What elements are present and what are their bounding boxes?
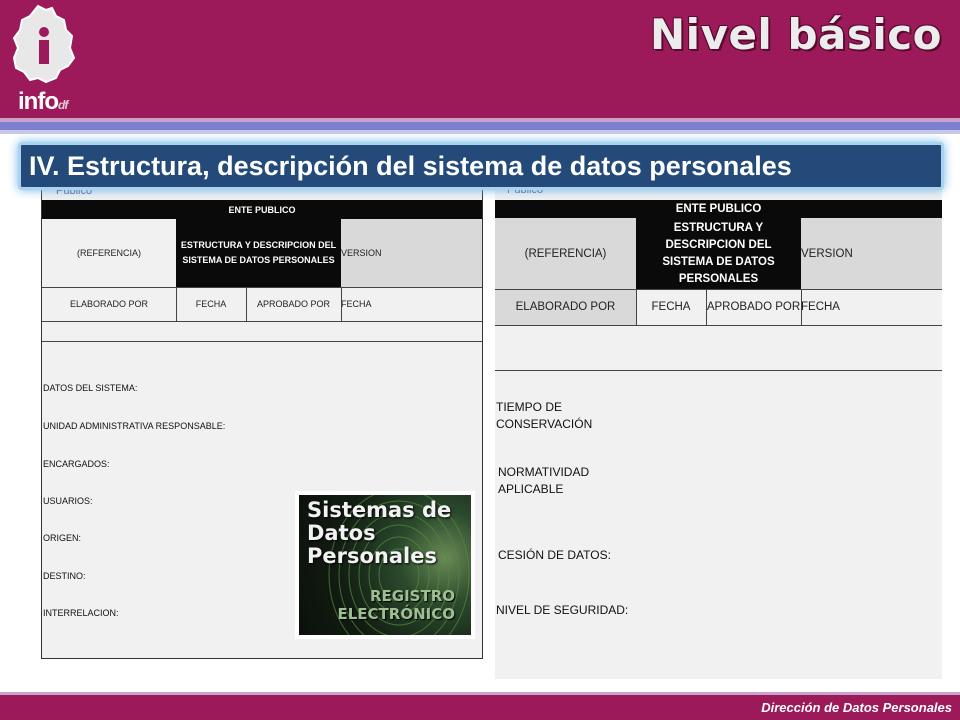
table-divider xyxy=(706,289,707,325)
elaborado-cell: ELABORADO POR xyxy=(495,289,636,325)
field-label: UNIDAD ADMINISTRATIVA RESPONSABLE: xyxy=(43,421,226,431)
table-divider xyxy=(42,321,482,322)
field-label: ORIGEN: xyxy=(43,533,82,543)
table-divider xyxy=(341,287,342,321)
field-label: CESIÓN DE DATOS: xyxy=(498,548,611,562)
mexico-city-map-icon xyxy=(12,4,76,84)
fecha-cell: FECHA xyxy=(651,301,691,313)
ente-publico-header: ENTE PUBLICO xyxy=(495,200,942,218)
referencia-cell: (REFERENCIA) xyxy=(495,218,636,289)
field-label: INTERRELACION: xyxy=(43,608,119,618)
table-divider xyxy=(495,325,942,326)
table-divider xyxy=(801,289,802,325)
field-label: ENCARGADOS: xyxy=(43,459,110,469)
estructura-cell: ESTRUCTURA Y DESCRIPCION DEL SISTEMA DE … xyxy=(176,219,341,287)
logo-text: infodf xyxy=(18,88,68,115)
field-label: DESTINO: xyxy=(43,571,86,581)
table-divider xyxy=(42,287,482,288)
field-label: DATOS DEL SISTEMA: xyxy=(43,383,138,393)
aprobado-cell: APROBADO POR xyxy=(706,300,801,313)
version-cell: VERSION xyxy=(801,218,942,289)
image-title: Sistemas de Datos Personales xyxy=(307,498,452,568)
version-cell: VERSION xyxy=(341,219,482,287)
fecha-cell: FECHA xyxy=(195,299,227,309)
table-divider xyxy=(495,289,942,290)
table-divider xyxy=(636,289,637,325)
table-divider xyxy=(176,287,177,321)
section-banner: IV. Estructura, descripción del sistema … xyxy=(18,142,944,190)
field-label: NORMATIVIDAD APLICABLE xyxy=(498,465,590,497)
field-label: TIEMPO DE CONSERVACIÓN xyxy=(496,400,593,432)
image-subtitle: REGISTRO ELECTRÓNICO xyxy=(337,587,456,623)
table-divider xyxy=(495,370,942,371)
fingerprint-face-graphic: Sistemas de Datos Personales REGISTRO EL… xyxy=(299,495,471,635)
footer-text: Dirección de Datos Personales xyxy=(761,700,952,715)
aprobado-cell: APROBADO POR xyxy=(256,299,330,309)
page-title: Nivel básico xyxy=(650,10,942,59)
table-divider xyxy=(246,287,247,321)
header-bar: infodf Nivel básico xyxy=(0,0,960,118)
section-title: IV. Estructura, descripción del sistema … xyxy=(29,151,792,181)
ente-publico-header: ENTE PUBLICO xyxy=(42,200,482,219)
right-form-sheet: Público ENTE PUBLICO (REFERENCIA) ESTRUC… xyxy=(495,184,942,679)
sistemas-datos-personales-image: Sistemas de Datos Personales REGISTRO EL… xyxy=(295,491,475,639)
estructura-cell: ESTRUCTURA Y DESCRIPCION DEL SISTEMA DE … xyxy=(636,218,801,289)
field-label: NIVEL DE SEGURIDAD: xyxy=(496,603,629,617)
header-divider xyxy=(0,130,960,134)
header-divider xyxy=(0,122,960,130)
referencia-cell: (REFERENCIA) xyxy=(76,248,141,258)
left-form-sheet: Público ENTE PUBLICO (REFERENCIA) ESTRUC… xyxy=(41,185,483,659)
field-label: USUARIOS: xyxy=(43,496,93,506)
fecha-cell: FECHA xyxy=(801,301,840,313)
table-divider xyxy=(42,341,482,342)
fecha-cell: FECHA xyxy=(341,299,372,309)
infodf-logo: infodf xyxy=(8,4,80,115)
elaborado-cell: ELABORADO POR xyxy=(69,299,149,309)
footer-bar: Dirección de Datos Personales xyxy=(0,692,960,720)
